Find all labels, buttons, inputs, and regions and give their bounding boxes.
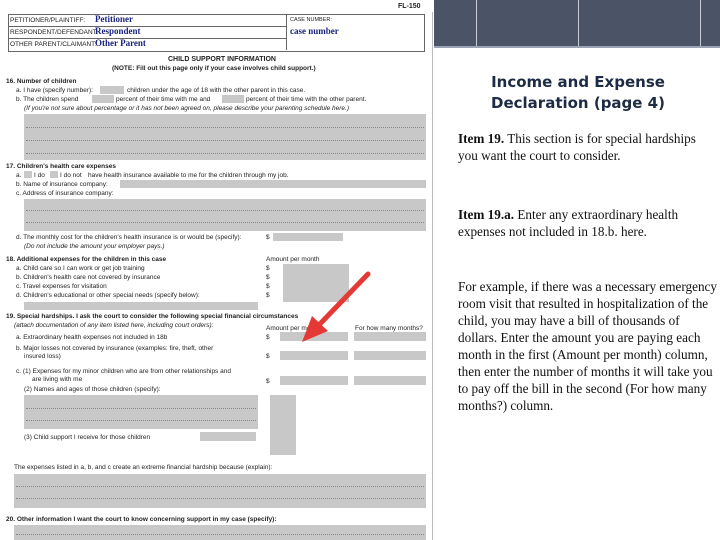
- panel-example: For example, if there was a necessary em…: [458, 279, 717, 413]
- panel-item-19a: Item 19.a. Enter any extraordinary healt…: [458, 206, 718, 240]
- panel-item-19-bold: Item 19.: [458, 131, 505, 146]
- panel-item-19: Item 19. This section is for special har…: [458, 130, 718, 164]
- panel-title: Income and Expense Declaration (page 4): [491, 73, 665, 112]
- panel-item-19a-bold: Item 19.a.: [458, 207, 515, 222]
